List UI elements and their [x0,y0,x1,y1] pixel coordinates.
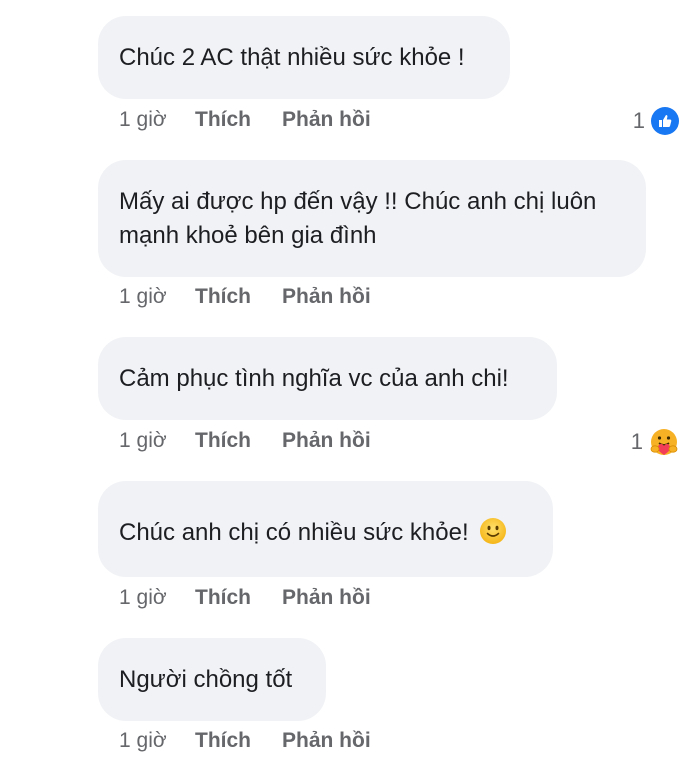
comment-text: Cảm phục tình nghĩa vc của anh chi! [119,365,509,392]
like-icon [651,107,679,135]
comment-actions: 1 giờ Thích Phản hồi [119,729,371,753]
reply-button[interactable]: Phản hồi [282,108,371,132]
comment-time[interactable]: 1 giờ [119,108,195,132]
reaction-count: 1 [632,108,645,133]
smiling-face-icon [480,518,507,544]
comment-time[interactable]: 1 giờ [119,429,195,453]
reply-button[interactable]: Phản hồi [282,429,371,453]
comment-text-content: Chúc anh chị có nhiều sức khỏe! [119,519,469,546]
comment-text: Người chồng tốt [119,666,293,693]
comment-bubble: Chúc anh chị có nhiều sức khỏe! [98,481,553,577]
comment-time[interactable]: 1 giờ [119,586,195,610]
care-icon [650,429,678,455]
reaction-summary[interactable]: 1 [633,107,679,135]
comment-actions: 1 giờ Thích Phản hồi [119,586,371,610]
comment-time[interactable]: 1 giờ [119,729,195,753]
reply-button[interactable]: Phản hồi [282,285,371,309]
reply-button[interactable]: Phản hồi [282,729,371,753]
comment-actions: 1 giờ Thích Phản hồi [119,429,371,453]
comment-text: Chúc 2 AC thật nhiều sức khỏe ! [119,44,465,71]
like-button[interactable]: Thích [195,586,282,610]
like-button[interactable]: Thích [195,729,282,753]
like-button[interactable]: Thích [195,108,282,132]
comment-bubble: Mấy ai được hp đến vậy !! Chúc anh chị l… [98,160,646,277]
comment-text: Chúc anh chị có nhiều sức khỏe! [119,516,507,550]
reaction-summary[interactable]: 1 [631,427,679,457]
comment-text-line-2: mạnh khoẻ bên gia đình [119,222,377,249]
reply-button[interactable]: Phản hồi [282,586,371,610]
comment-bubble: Người chồng tốt [98,638,326,721]
comment-bubble: Chúc 2 AC thật nhiều sức khỏe ! [98,16,510,99]
comment-actions: 1 giờ Thích Phản hồi [119,108,371,132]
comment-bubble: Cảm phục tình nghĩa vc của anh chi! [98,337,557,420]
comment-text-line-1: Mấy ai được hp đến vậy !! Chúc anh chị l… [119,188,597,215]
like-button[interactable]: Thích [195,285,282,309]
comment-actions: 1 giờ Thích Phản hồi [119,285,371,309]
reaction-count: 1 [630,429,643,454]
like-button[interactable]: Thích [195,429,282,453]
comment-time[interactable]: 1 giờ [119,285,195,309]
